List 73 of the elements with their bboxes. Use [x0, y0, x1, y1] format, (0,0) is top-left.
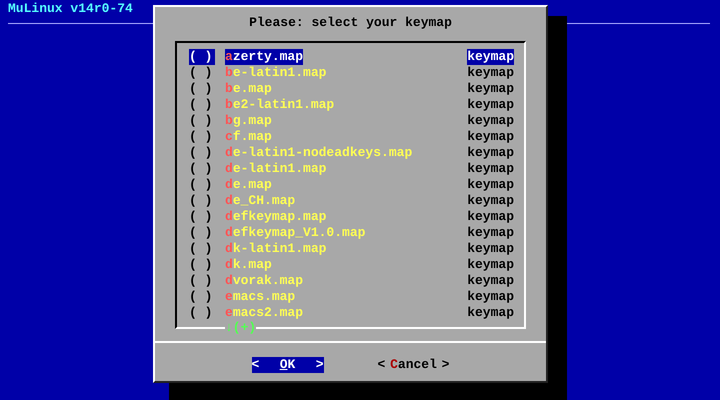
- list-item[interactable]: ( ) de-latin1.map keymap: [189, 161, 514, 177]
- list-item[interactable]: ( ) dk-latin1.map keymap: [189, 241, 514, 257]
- item-name: de-latin1.map: [225, 161, 326, 177]
- radio-button[interactable]: ( ): [189, 209, 215, 225]
- list-item[interactable]: ( ) be2-latin1.map keymap: [189, 97, 514, 113]
- list-item[interactable]: ( ) defkeymap_V1.0.map keymap: [189, 225, 514, 241]
- item-name: bg.map: [225, 113, 272, 129]
- backtitle: MuLinux v14r0-74: [8, 0, 133, 18]
- list-item[interactable]: ( ) dvorak.map keymap: [189, 273, 514, 289]
- item-tag: keymap: [467, 225, 514, 241]
- item-name: de_CH.map: [225, 193, 296, 209]
- item-name: de.map: [225, 177, 272, 193]
- radio-button[interactable]: ( ): [189, 177, 215, 193]
- item-tag: keymap: [467, 49, 514, 65]
- item-name: de-latin1-nodeadkeys.map: [225, 145, 412, 161]
- radio-button[interactable]: ( ): [189, 49, 215, 65]
- item-tag: keymap: [467, 161, 514, 177]
- radio-button[interactable]: ( ): [189, 81, 215, 97]
- list-item[interactable]: ( ) emacs.map keymap: [189, 289, 514, 305]
- item-name: azerty.map: [225, 49, 304, 65]
- list-item[interactable]: ( ) emacs2.map keymap: [189, 305, 514, 321]
- dialog-button[interactable]: < Cancel >: [378, 357, 450, 373]
- item-name: be-latin1.map: [225, 65, 326, 81]
- item-tag: keymap: [467, 257, 514, 273]
- item-name: dvorak.map: [225, 273, 304, 289]
- item-name: cf.map: [225, 129, 272, 145]
- radio-button[interactable]: ( ): [189, 225, 215, 241]
- list-item[interactable]: ( ) defkeymap.map keymap: [189, 209, 514, 225]
- radio-button[interactable]: ( ): [189, 145, 215, 161]
- radio-button[interactable]: ( ): [189, 193, 215, 209]
- item-tag: keymap: [467, 241, 514, 257]
- item-tag: keymap: [467, 177, 514, 193]
- list-item[interactable]: ( ) de-latin1-nodeadkeys.map keymap: [189, 145, 514, 161]
- list-item[interactable]: ( ) azerty.map keymap: [189, 49, 514, 65]
- item-tag: keymap: [467, 65, 514, 81]
- item-tag: keymap: [467, 273, 514, 289]
- radio-button[interactable]: ( ): [189, 161, 215, 177]
- item-name: emacs.map: [225, 289, 296, 305]
- radio-button[interactable]: ( ): [189, 97, 215, 113]
- item-name: dk-latin1.map: [225, 241, 326, 257]
- item-tag: keymap: [467, 97, 514, 113]
- radio-button[interactable]: ( ): [189, 129, 215, 145]
- item-name: be.map: [225, 81, 272, 97]
- radio-button[interactable]: ( ): [189, 241, 215, 257]
- scroll-indicator: ↓(+): [225, 320, 256, 336]
- item-name: dk.map: [225, 257, 272, 273]
- list-item[interactable]: ( ) cf.map keymap: [189, 129, 514, 145]
- list-item[interactable]: ( ) be-latin1.map keymap: [189, 65, 514, 81]
- radio-button[interactable]: ( ): [189, 305, 215, 321]
- item-tag: keymap: [467, 145, 514, 161]
- radio-button[interactable]: ( ): [189, 273, 215, 289]
- dialog-button[interactable]: < OK >: [252, 357, 324, 373]
- item-tag: keymap: [467, 81, 514, 97]
- item-name: emacs2.map: [225, 305, 304, 321]
- item-name: be2-latin1.map: [225, 97, 334, 113]
- item-tag: keymap: [467, 209, 514, 225]
- item-name: defkeymap_V1.0.map: [225, 225, 366, 241]
- item-tag: keymap: [467, 193, 514, 209]
- list-item[interactable]: ( ) bg.map keymap: [189, 113, 514, 129]
- item-tag: keymap: [467, 113, 514, 129]
- radio-button[interactable]: ( ): [189, 289, 215, 305]
- item-tag: keymap: [467, 129, 514, 145]
- radio-button[interactable]: ( ): [189, 113, 215, 129]
- radio-button[interactable]: ( ): [189, 65, 215, 81]
- list-item[interactable]: ( ) dk.map keymap: [189, 257, 514, 273]
- list-item[interactable]: ( ) de_CH.map keymap: [189, 193, 514, 209]
- item-tag: keymap: [467, 289, 514, 305]
- item-tag: keymap: [467, 305, 514, 321]
- item-name: defkeymap.map: [225, 209, 326, 225]
- list-item[interactable]: ( ) be.map keymap: [189, 81, 514, 97]
- dialog-title: Please: select your keymap: [248, 15, 453, 31]
- radio-button[interactable]: ( ): [189, 257, 215, 273]
- list-item[interactable]: ( ) de.map keymap: [189, 177, 514, 193]
